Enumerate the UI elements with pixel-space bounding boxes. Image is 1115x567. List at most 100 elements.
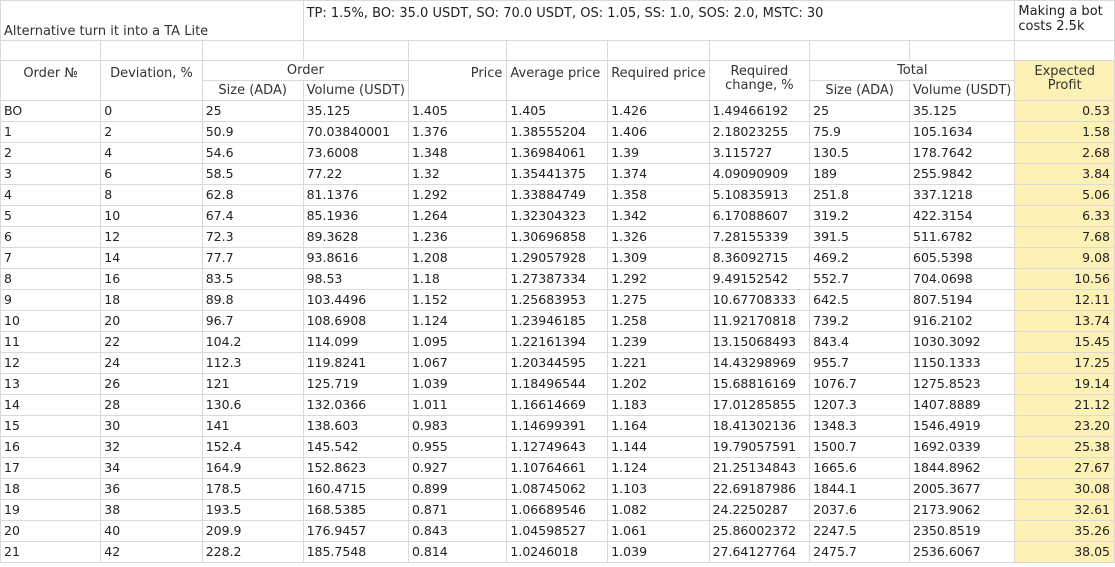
cell-size-ada[interactable]: 96.7	[201, 310, 304, 332]
cell-required-change[interactable]: 11.92170818	[708, 310, 811, 332]
cell-deviation[interactable]: 40	[100, 520, 203, 542]
cell-total-volume-usdt[interactable]: 2005.3677	[909, 478, 1016, 500]
cell-size-ada[interactable]: 89.8	[201, 289, 304, 311]
cell-total-size-ada[interactable]: 189	[809, 163, 911, 185]
cell-price[interactable]: 1.011	[407, 394, 508, 416]
cell-price[interactable]: 0.814	[407, 541, 508, 563]
cell-total-volume-usdt[interactable]: 1030.3092	[909, 331, 1016, 353]
cell-total-volume-usdt[interactable]: 704.0698	[909, 268, 1016, 290]
cell-required-price[interactable]: 1.103	[607, 478, 710, 500]
cell-deviation[interactable]: 36	[100, 478, 203, 500]
cell-required-change[interactable]: 22.69187986	[708, 478, 811, 500]
header-size-ada[interactable]: Size (ADA)	[201, 80, 304, 101]
cell-expected-profit[interactable]: 15.45	[1014, 331, 1115, 353]
cell-expected-profit[interactable]: 10.56	[1014, 268, 1115, 290]
cell-volume-usdt[interactable]: 89.3628	[302, 226, 409, 248]
cell-total-size-ada[interactable]: 1348.3	[809, 415, 911, 437]
cell-required-change[interactable]: 6.17088607	[708, 205, 811, 227]
cell-required-change[interactable]: 4.09090909	[708, 163, 811, 185]
cell-order-no[interactable]: 15	[0, 415, 102, 437]
cell-price[interactable]: 0.871	[407, 499, 508, 521]
cell-average-price[interactable]: 1.18496544	[506, 373, 609, 395]
cell-price[interactable]: 1.292	[407, 184, 508, 206]
cell-expected-profit[interactable]: 0.53	[1014, 100, 1115, 122]
cell-expected-profit[interactable]: 21.12	[1014, 394, 1115, 416]
cell-order-no[interactable]: 4	[0, 184, 102, 206]
cell-total-volume-usdt[interactable]: 1546.4919	[909, 415, 1016, 437]
cell-expected-profit[interactable]: 35.26	[1014, 520, 1115, 542]
cell-deviation[interactable]: 6	[100, 163, 203, 185]
cell-price[interactable]: 1.067	[407, 352, 508, 374]
cell-required-price[interactable]: 1.202	[607, 373, 710, 395]
cell-required-price[interactable]: 1.124	[607, 457, 710, 479]
cell-expected-profit[interactable]: 17.25	[1014, 352, 1115, 374]
cell-total-volume-usdt[interactable]: 35.125	[909, 100, 1016, 122]
cell-required-price[interactable]: 1.406	[607, 121, 710, 143]
cell-total-size-ada[interactable]: 2247.5	[809, 520, 911, 542]
cell-order-no[interactable]: BO	[0, 100, 102, 122]
cell-size-ada[interactable]: 209.9	[201, 520, 304, 542]
cell-deviation[interactable]: 8	[100, 184, 203, 206]
cell-required-change[interactable]: 8.36092715	[708, 247, 811, 269]
cell-required-change[interactable]: 17.01285855	[708, 394, 811, 416]
cell-expected-profit[interactable]: 38.05	[1014, 541, 1115, 563]
cell-order-no[interactable]: 11	[0, 331, 102, 353]
cell-volume-usdt[interactable]: 70.03840001	[302, 121, 409, 143]
header-price[interactable]: Price	[407, 60, 508, 101]
cell-expected-profit[interactable]: 6.33	[1014, 205, 1115, 227]
cell-required-change[interactable]: 5.10835913	[708, 184, 811, 206]
cell-required-change[interactable]: 25.86002372	[708, 520, 811, 542]
cell-required-price[interactable]: 1.144	[607, 436, 710, 458]
header-total[interactable]: Total	[809, 60, 1016, 81]
cell-size-ada[interactable]: 54.6	[201, 142, 304, 164]
cell-total-volume-usdt[interactable]: 255.9842	[909, 163, 1016, 185]
cell-expected-profit[interactable]: 7.68	[1014, 226, 1115, 248]
cell-deviation[interactable]: 30	[100, 415, 203, 437]
cell-order-no[interactable]: 5	[0, 205, 102, 227]
cell-average-price[interactable]: 1.08745062	[506, 478, 609, 500]
cell-total-size-ada[interactable]: 2037.6	[809, 499, 911, 521]
cell-price[interactable]: 1.039	[407, 373, 508, 395]
cell-volume-usdt[interactable]: 103.4496	[302, 289, 409, 311]
cell-required-change[interactable]: 10.67708333	[708, 289, 811, 311]
header-volume-usdt[interactable]: Volume (USDT)	[302, 80, 409, 101]
cell-required-price[interactable]: 1.39	[607, 142, 710, 164]
bot-params-note[interactable]: TP: 1.5%, BO: 35.0 USDT, SO: 70.0 USDT, …	[302, 0, 1016, 41]
cell-volume-usdt[interactable]: 98.53	[302, 268, 409, 290]
cell-expected-profit[interactable]: 12.11	[1014, 289, 1115, 311]
cell-deviation[interactable]: 12	[100, 226, 203, 248]
cell-average-price[interactable]: 1.0246018	[506, 541, 609, 563]
cell-average-price[interactable]: 1.04598527	[506, 520, 609, 542]
cell-total-volume-usdt[interactable]: 916.2102	[909, 310, 1016, 332]
cell-required-price[interactable]: 1.342	[607, 205, 710, 227]
cell-deviation[interactable]: 22	[100, 331, 203, 353]
cell-total-volume-usdt[interactable]: 178.7642	[909, 142, 1016, 164]
cell-price[interactable]: 1.32	[407, 163, 508, 185]
cell-required-price[interactable]: 1.164	[607, 415, 710, 437]
cell-volume-usdt[interactable]: 93.8616	[302, 247, 409, 269]
cell-volume-usdt[interactable]: 176.9457	[302, 520, 409, 542]
cell-total-size-ada[interactable]: 130.5	[809, 142, 911, 164]
cell-total-size-ada[interactable]: 955.7	[809, 352, 911, 374]
cell-size-ada[interactable]: 67.4	[201, 205, 304, 227]
cell-total-size-ada[interactable]: 1076.7	[809, 373, 911, 395]
cell-average-price[interactable]: 1.405	[506, 100, 609, 122]
cell-required-change[interactable]: 27.64127764	[708, 541, 811, 563]
cell-average-price[interactable]: 1.33884749	[506, 184, 609, 206]
cell-total-size-ada[interactable]: 75.9	[809, 121, 911, 143]
cell-volume-usdt[interactable]: 152.8623	[302, 457, 409, 479]
cell-price[interactable]: 0.983	[407, 415, 508, 437]
cell-deviation[interactable]: 18	[100, 289, 203, 311]
cell-order-no[interactable]: 10	[0, 310, 102, 332]
cell-volume-usdt[interactable]: 160.4715	[302, 478, 409, 500]
header-order-no[interactable]: Order №	[0, 60, 102, 101]
cell-order-no[interactable]: 13	[0, 373, 102, 395]
cell-volume-usdt[interactable]: 35.125	[302, 100, 409, 122]
cell-price[interactable]: 1.264	[407, 205, 508, 227]
cell-required-price[interactable]: 1.258	[607, 310, 710, 332]
cell-total-size-ada[interactable]: 391.5	[809, 226, 911, 248]
cell-average-price[interactable]: 1.25683953	[506, 289, 609, 311]
cell-required-change[interactable]: 9.49152542	[708, 268, 811, 290]
cell-price[interactable]: 0.955	[407, 436, 508, 458]
cell-average-price[interactable]: 1.29057928	[506, 247, 609, 269]
